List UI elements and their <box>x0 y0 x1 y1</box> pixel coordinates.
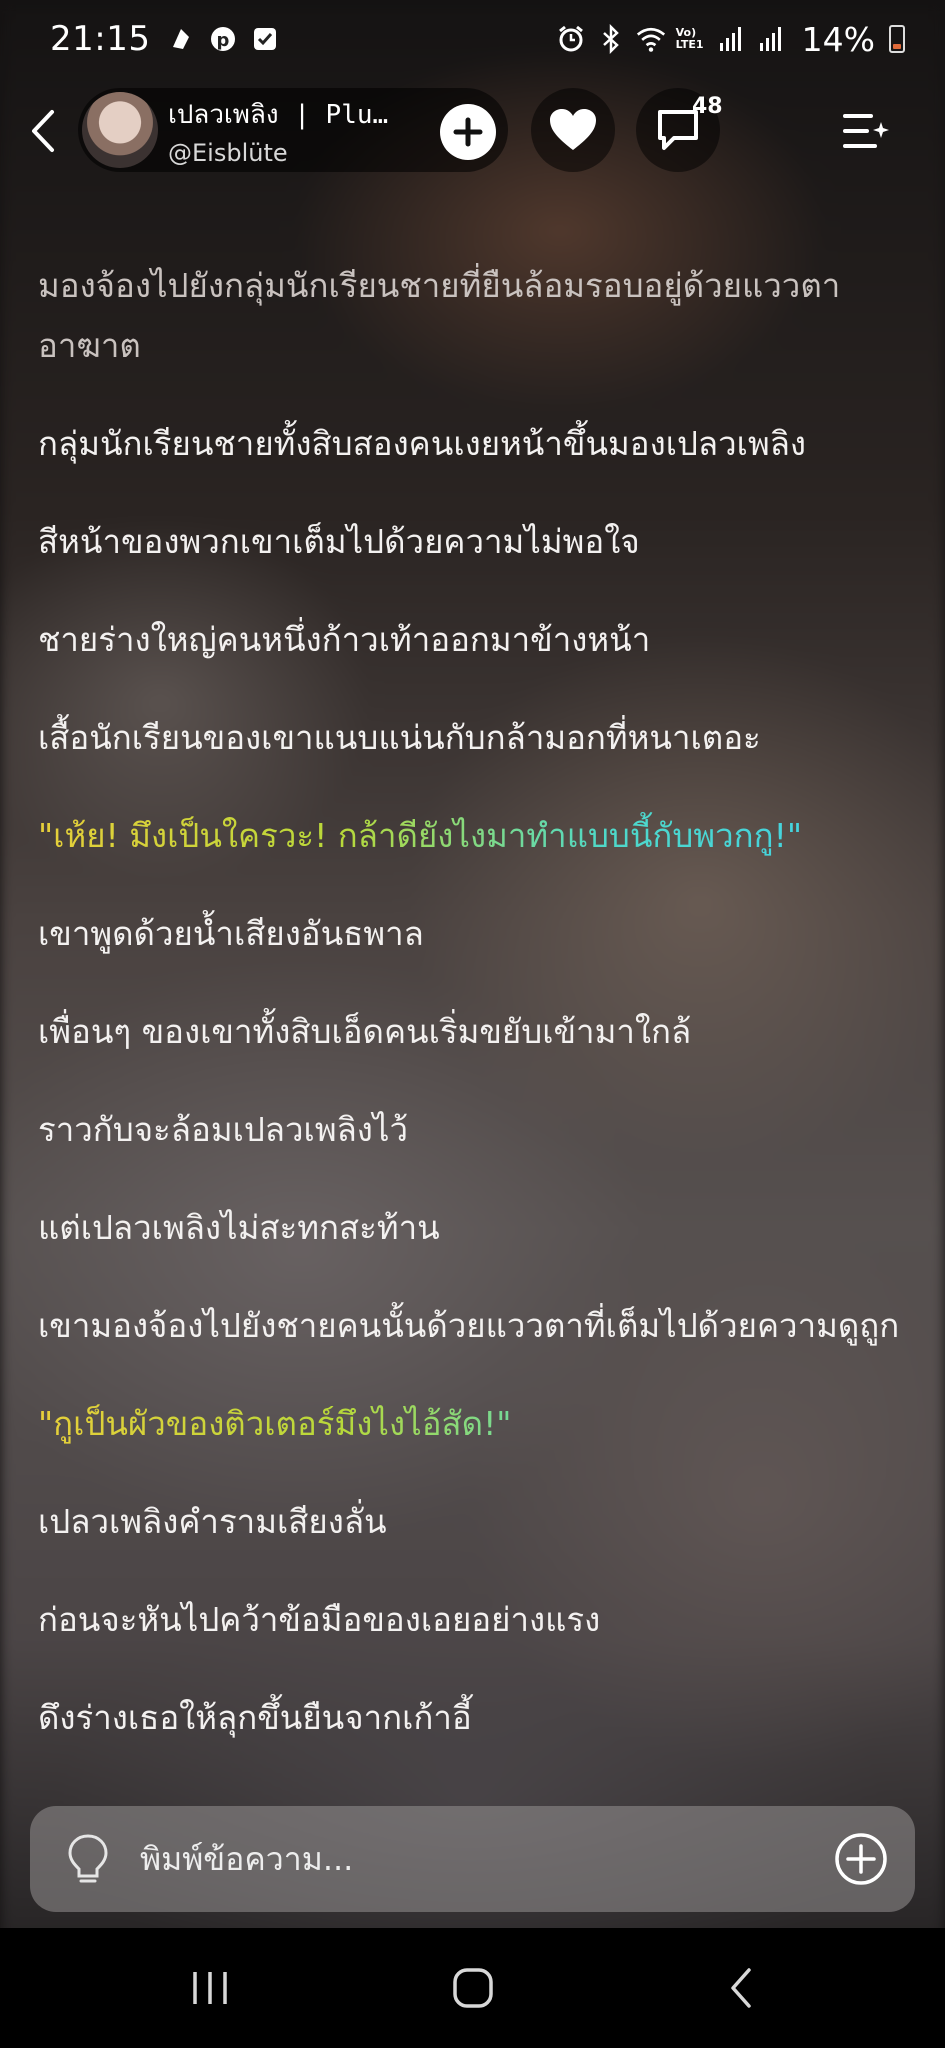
pinterest-icon: p <box>208 24 238 54</box>
character-name: เปลวเพลิง | Plu… <box>168 99 389 130</box>
menu-button[interactable] <box>835 106 895 156</box>
back-icon <box>32 110 54 152</box>
narration-line: เพื่อนๆ ของเขาทั้งสิบเอ็ดคนเริ่มขยับเข้า… <box>38 1012 692 1051</box>
menu-sparkle-icon <box>843 114 889 148</box>
follow-add-button[interactable] <box>440 104 496 160</box>
story-messages: มองจ้องไปยังกลุ่มนักเรียนชายที่ยืนล้อมรอ… <box>38 256 908 1786</box>
recents-icon <box>193 1972 227 2004</box>
narration-line: สีหน้าของพวกเขาเต็มไปด้วยความไม่พอใจ <box>38 522 640 561</box>
narration-line: กลุ่มนักเรียนชายทั้งสิบสองคนเงยหน้าขึ้นม… <box>38 424 807 463</box>
alarm-icon <box>556 24 586 54</box>
narration-line: ก่อนจะหันไปคว้าข้อมือของเอยอย่างแรง <box>38 1600 601 1639</box>
suggestion-button[interactable] <box>58 1829 118 1889</box>
message-input[interactable]: พิมพ์ข้อความ... <box>140 1834 833 1885</box>
plus-circle-icon <box>835 1833 887 1885</box>
home-button[interactable] <box>443 1958 503 2018</box>
wifi-icon <box>636 24 666 54</box>
home-icon <box>453 1968 493 2008</box>
narration-line: ดึงร่างเธอให้ลุกขึ้นยืนจากเก้าอี้ <box>38 1698 472 1737</box>
checkbox-notification-icon <box>250 24 280 54</box>
chat-header: เปลวเพลิง | Plu… @Eisblüte 48 <box>0 86 945 176</box>
narration-line: เปลวเพลิงคำรามเสียงลั่น <box>38 1502 387 1541</box>
creator-handle: @Eisblüte <box>168 138 288 167</box>
status-time: 21:15 <box>50 19 151 59</box>
dialogue-line: "กูเป็นผัวของติวเตอร์มึงไงไอ้สัด!" <box>38 1394 908 1454</box>
battery-percentage: 14% <box>801 19 875 59</box>
svg-text:p: p <box>217 30 230 51</box>
narration-line: มองจ้องไปยังกลุ่มนักเรียนชายที่ยืนล้อมรอ… <box>38 266 841 365</box>
notification-app-icon <box>166 24 196 54</box>
status-bar: 21:15 p Vo) LTE1 14% <box>0 0 945 78</box>
like-button[interactable] <box>531 88 615 172</box>
comments-button[interactable]: 48 <box>636 88 723 172</box>
bluetooth-icon <box>596 24 626 54</box>
nav-back-icon <box>731 1968 751 2008</box>
lightbulb-icon <box>68 1834 108 1883</box>
recents-button[interactable] <box>180 1958 240 2018</box>
signal-icon-1 <box>716 24 746 54</box>
heart-icon <box>550 109 596 150</box>
comment-count: 48 <box>692 94 723 119</box>
battery-icon <box>889 25 905 53</box>
narration-line: ราวกับจะล้อมเปลวเพลิงไว้ <box>38 1110 409 1149</box>
narration-line: เขามองจ้องไปยังชายคนนั้นด้วยแววตาที่เต็ม… <box>38 1306 900 1345</box>
add-icon <box>453 117 483 147</box>
network-label: Vo) LTE1 <box>675 26 704 51</box>
narration-line: ชายร่างใหญ่คนหนึ่งก้าวเท้าออกมาข้างหน้า <box>38 620 651 659</box>
avatar[interactable] <box>82 92 158 168</box>
attach-button[interactable] <box>833 1831 889 1887</box>
narration-line: เขาพูดด้วยน้ำเสียงอันธพาล <box>38 914 424 953</box>
system-nav-bar <box>0 1928 945 2048</box>
dialogue-line: "เห้ย! มึงเป็นใครวะ! กล้าดียังไงมาทำแบบน… <box>38 806 908 866</box>
back-button[interactable] <box>18 106 68 156</box>
narration-line: แต่เปลวเพลิงไม่สะทกสะท้าน <box>38 1208 440 1247</box>
narration-line: เสื้อนักเรียนของเขาแนบแน่นกับกล้ามอกที่ห… <box>38 718 761 757</box>
message-input-bar: พิมพ์ข้อความ... <box>30 1806 915 1912</box>
nav-back-button[interactable] <box>710 1958 770 2018</box>
signal-icon-2 <box>756 24 786 54</box>
